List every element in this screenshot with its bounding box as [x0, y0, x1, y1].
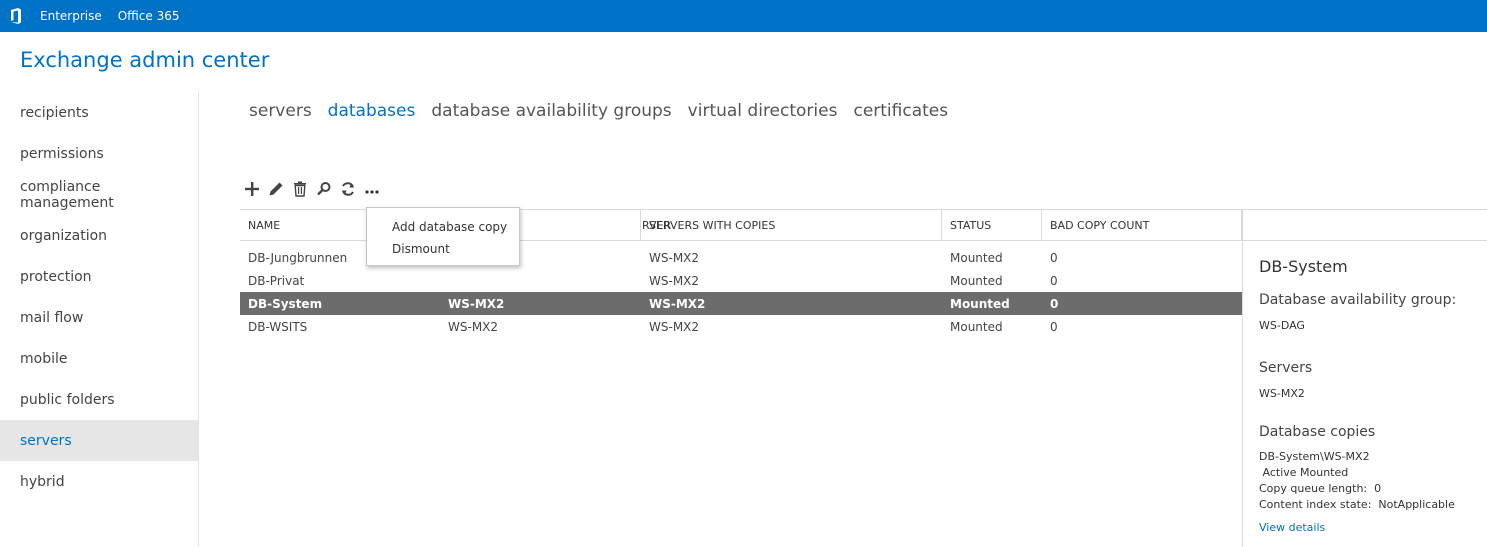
- app-title: Exchange admin center: [20, 48, 270, 72]
- cell-server: WS-MX2: [448, 296, 505, 311]
- details-copy-line-1: DB-System\WS-MX2: [1259, 450, 1370, 463]
- table-row[interactable]: DB-Privat WS-MX2 Mounted 0: [240, 269, 1242, 292]
- details-dag-value: WS-DAG: [1259, 319, 1305, 332]
- details-copy-line-4: Content index state: NotApplicable: [1259, 498, 1455, 511]
- cell-bad-copy-count: 0: [1050, 319, 1058, 334]
- nav-item-hybrid[interactable]: hybrid: [0, 461, 198, 502]
- table-row[interactable]: DB-WSITS WS-MX2 WS-MX2 Mounted 0: [240, 315, 1242, 338]
- nav-link-office365[interactable]: Office 365: [118, 9, 180, 23]
- cell-name: DB-System: [248, 296, 323, 311]
- column-header-bad-copy-count[interactable]: BAD COPY COUNT: [1042, 210, 1242, 240]
- nav-item-servers[interactable]: servers: [0, 420, 198, 461]
- cell-server: [440, 269, 641, 292]
- column-header-servers-with-copies[interactable]: SERVERS WITH COPIES: [641, 210, 942, 240]
- tab-databases[interactable]: databases: [328, 101, 416, 121]
- details-servers-value: WS-MX2: [1259, 387, 1305, 400]
- cell-server: WS-MX2: [448, 319, 499, 334]
- table-row-selected[interactable]: DB-System WS-MX2 WS-MX2 Mounted 0: [240, 292, 1242, 315]
- cell-copies: WS-MX2: [649, 319, 700, 334]
- nav-item-recipients[interactable]: recipients: [0, 92, 198, 133]
- cell-bad-copy-count: 0: [1050, 296, 1059, 311]
- nav-item-mobile[interactable]: mobile: [0, 338, 198, 379]
- nav-item-compliance-management[interactable]: compliance management: [0, 174, 198, 215]
- details-copy-line-3: Copy queue length: 0: [1259, 482, 1382, 495]
- nav-item-mail-flow[interactable]: mail flow: [0, 297, 198, 338]
- nav-item-protection[interactable]: protection: [0, 256, 198, 297]
- column-header-status[interactable]: STATUS: [942, 210, 1042, 240]
- nav-link-enterprise[interactable]: Enterprise: [40, 9, 102, 23]
- office-logo-icon[interactable]: [0, 0, 32, 32]
- tab-database-availability-groups[interactable]: database availability groups: [431, 101, 671, 121]
- view-details-link[interactable]: View details: [1259, 521, 1325, 534]
- cell-status: Mounted: [950, 250, 1003, 265]
- nav-item-permissions[interactable]: permissions: [0, 133, 198, 174]
- tab-servers[interactable]: servers: [249, 101, 312, 121]
- cell-bad-copy-count: 0: [1050, 273, 1058, 288]
- cell-name: DB-WSITS: [248, 319, 308, 334]
- nav-item-organization[interactable]: organization: [0, 215, 198, 256]
- cell-status: Mounted: [950, 296, 1010, 311]
- sub-tabs: servers databases database availability …: [249, 101, 964, 121]
- details-title: DB-System: [1259, 257, 1348, 276]
- cell-status: Mounted: [950, 273, 1003, 288]
- edit-icon[interactable]: [264, 178, 288, 200]
- details-copies-label: Database copies: [1259, 424, 1376, 440]
- cell-copies: WS-MX2: [649, 296, 706, 311]
- delete-icon[interactable]: [288, 178, 312, 200]
- cell-name: DB-Privat: [248, 273, 305, 288]
- cell-copies: WS-MX2: [649, 273, 700, 288]
- details-dag-label: Database availability group:: [1259, 292, 1457, 308]
- more-actions-menu: Add database copy Dismount: [366, 207, 520, 266]
- cell-status: Mounted: [950, 319, 1003, 334]
- left-navigation: recipients permissions compliance manage…: [0, 92, 199, 547]
- details-copy-line-2: Active Mounted: [1259, 466, 1349, 479]
- menu-item-add-database-copy[interactable]: Add database copy: [367, 216, 519, 238]
- menu-item-dismount[interactable]: Dismount: [367, 238, 519, 260]
- more-icon[interactable]: [360, 178, 384, 200]
- toolbar: [240, 178, 384, 200]
- cell-copies: WS-MX2: [649, 250, 700, 265]
- refresh-icon[interactable]: [336, 178, 360, 200]
- cell-bad-copy-count: 0: [1050, 250, 1058, 265]
- nav-item-public-folders[interactable]: public folders: [0, 379, 198, 420]
- add-icon[interactable]: [240, 178, 264, 200]
- details-servers-label: Servers: [1259, 360, 1313, 376]
- top-bar: Enterprise Office 365: [0, 0, 1487, 32]
- search-icon[interactable]: [312, 178, 336, 200]
- details-pane: DB-System Database availability group: W…: [1242, 241, 1487, 547]
- tab-virtual-directories[interactable]: virtual directories: [688, 101, 838, 121]
- tab-certificates[interactable]: certificates: [853, 101, 948, 121]
- details-header-spacer: [1242, 209, 1487, 241]
